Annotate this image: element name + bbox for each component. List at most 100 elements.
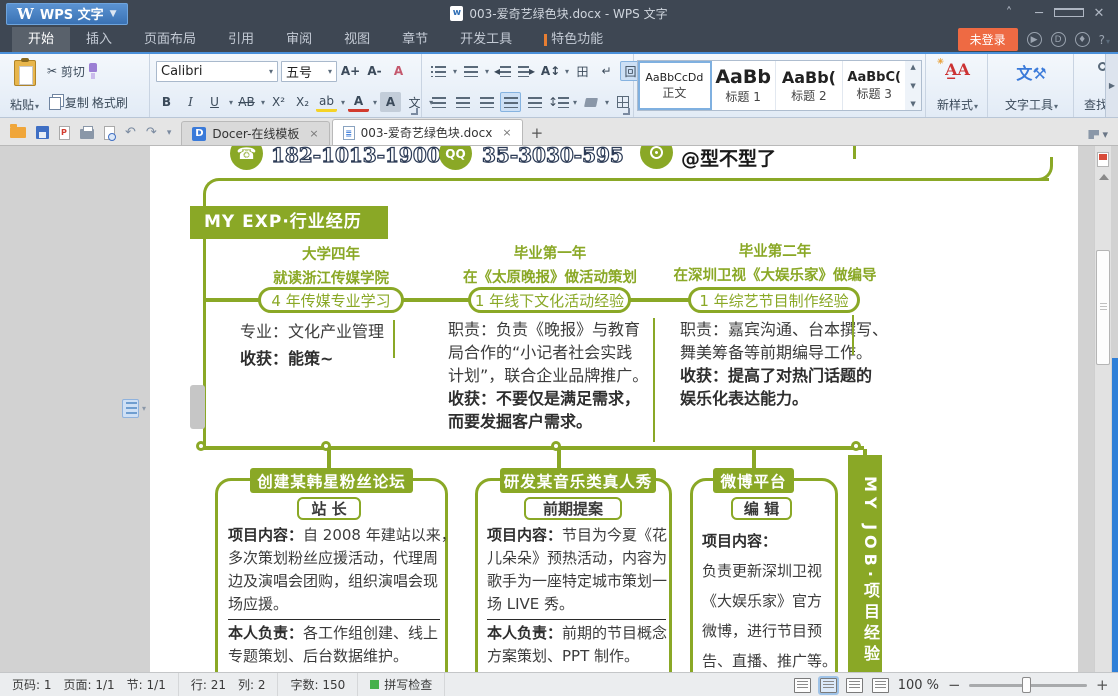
char-scale-button[interactable]: A ↕ xyxy=(540,61,561,81)
redo-icon[interactable]: ↷ xyxy=(146,125,157,140)
scrollbar-thumb[interactable] xyxy=(1096,250,1110,365)
export-pdf-icon[interactable] xyxy=(59,125,70,140)
fullscreen-view-icon[interactable] xyxy=(793,677,811,693)
grow-font-button[interactable]: A+ xyxy=(340,61,361,81)
subscript-button[interactable]: X₂ xyxy=(292,92,313,112)
style-normal[interactable]: AaBbCcDd 正文 xyxy=(638,61,712,110)
clear-format-button[interactable]: A xyxy=(388,61,409,81)
tab-review[interactable]: 审阅 xyxy=(270,27,328,52)
style-heading1[interactable]: AaBb 标题 1 xyxy=(712,61,776,110)
print-preview-icon[interactable] xyxy=(104,125,116,141)
login-button[interactable]: 未登录 xyxy=(957,28,1018,51)
distribute-button[interactable] xyxy=(524,92,545,112)
style-heading3[interactable]: AaBbC( 标题 3 xyxy=(843,61,905,110)
outline-view-icon[interactable] xyxy=(845,677,863,693)
bullets-button[interactable] xyxy=(428,61,449,81)
font-color-button[interactable]: A xyxy=(348,92,370,112)
tab-insert[interactable]: 插入 xyxy=(70,27,128,52)
zoom-in-button[interactable]: + xyxy=(1096,676,1109,694)
web-view-icon[interactable] xyxy=(871,677,889,693)
tab-home[interactable]: 开始 xyxy=(12,27,71,52)
zoom-out-button[interactable]: − xyxy=(948,676,961,694)
toolbar-options[interactable]: ▾ xyxy=(1088,128,1108,141)
wps-menu-button[interactable]: W WPS 文字 ▼ xyxy=(6,2,128,25)
superscript-button[interactable]: X² xyxy=(268,92,289,112)
tab-special-features[interactable]: 特色功能 xyxy=(528,27,619,52)
strikethrough-button[interactable]: AB xyxy=(236,92,257,112)
docer-round-icon[interactable]: D xyxy=(1050,32,1066,47)
status-word-count[interactable]: 字数: 150 xyxy=(278,672,359,696)
bold-button[interactable]: B xyxy=(156,92,177,112)
tab-docer-templates[interactable]: D Docer-在线模板 × xyxy=(181,121,330,145)
highlight-button[interactable]: ab xyxy=(316,92,338,112)
scroll-up-arrow[interactable] xyxy=(1099,174,1109,180)
zoom-percentage[interactable]: 100 % xyxy=(898,678,939,693)
play-icon[interactable]: ▶ xyxy=(1026,32,1042,47)
show-marks-button[interactable]: ↵ xyxy=(596,61,617,81)
shrink-font-button[interactable]: A- xyxy=(364,61,385,81)
undo-icon[interactable]: ↶ xyxy=(125,125,136,140)
tab-view[interactable]: 视图 xyxy=(328,27,386,52)
page-view-icon[interactable] xyxy=(817,675,839,695)
col3-title1: 毕业第二年 xyxy=(738,244,812,260)
tab-page-layout[interactable]: 页面布局 xyxy=(128,27,212,52)
font-size-combo[interactable]: 五号 ▾ xyxy=(281,60,337,82)
tab-references[interactable]: 引用 xyxy=(212,27,270,52)
ribbon-scroll-right[interactable]: ▶ xyxy=(1105,54,1118,117)
font-name-combo[interactable]: Calibri ▾ xyxy=(156,60,278,82)
ribbon: 粘贴▾ ✂ 剪切 复制 格式刷 Calibri ▾ 五号 ▾ A+ A- A B… xyxy=(0,54,1118,118)
help-button[interactable]: ?▾ xyxy=(1099,33,1110,47)
close-button[interactable]: ✕ xyxy=(1084,0,1114,27)
print-icon[interactable] xyxy=(80,126,94,139)
new-style-button[interactable]: A̲A 新样式▾ xyxy=(933,56,982,115)
zoom-slider-handle[interactable] xyxy=(1022,676,1032,693)
collapse-ribbon-button[interactable]: ˄ xyxy=(994,0,1024,27)
char-shading-button[interactable]: A xyxy=(380,92,402,112)
text-tools-button[interactable]: 文⚒ 文字工具▾ xyxy=(1001,58,1062,115)
bookmark-icon[interactable] xyxy=(1097,152,1109,167)
zoom-slider[interactable] xyxy=(969,676,1087,693)
underline-button[interactable]: U xyxy=(204,92,225,112)
format-painter-button[interactable]: 格式刷 xyxy=(92,92,128,112)
document-page[interactable]: ☎ 182-1013-1900 QQ 35-3030-595 @型不型了 MY … xyxy=(150,146,1078,672)
quick-access-dropdown-icon[interactable]: ▾ xyxy=(167,128,172,138)
shading-fill-button[interactable] xyxy=(580,92,601,112)
increase-indent-button[interactable]: ▸ xyxy=(516,61,537,81)
save-icon[interactable] xyxy=(36,126,49,139)
italic-button[interactable]: I xyxy=(180,92,201,112)
close-tab-icon[interactable]: × xyxy=(309,127,318,140)
tab-current-document[interactable]: ≣ 003-爱奇艺绿色块.docx × xyxy=(331,119,523,145)
new-tab-button[interactable]: + xyxy=(525,124,554,145)
find-replace-button[interactable]: 查找替 xyxy=(1080,58,1105,115)
align-left-button[interactable] xyxy=(428,92,449,112)
close-tab-icon[interactable]: × xyxy=(502,126,511,139)
tab-dev-tools[interactable]: 开发工具 xyxy=(444,27,528,52)
numbering-button[interactable] xyxy=(460,61,481,81)
anchor-handle[interactable] xyxy=(190,385,205,429)
decrease-indent-button[interactable]: ◂ xyxy=(492,61,513,81)
open-file-icon[interactable] xyxy=(10,124,26,138)
gallery-expand-icon[interactable]: ▼ xyxy=(910,100,915,108)
scroll-down-icon[interactable]: ▼ xyxy=(910,82,915,90)
object-anchor[interactable]: ▾ xyxy=(122,399,146,418)
maximize-button[interactable] xyxy=(1054,0,1084,27)
font-dialog-launcher[interactable] xyxy=(411,108,418,115)
paste-button[interactable]: 粘贴▾ xyxy=(6,58,43,115)
minimize-button[interactable]: ─ xyxy=(1024,0,1054,27)
copy-button[interactable]: 复制 xyxy=(47,92,89,112)
cut-button[interactable]: ✂ 剪切 xyxy=(47,61,85,81)
scroll-up-icon[interactable]: ▲ xyxy=(910,63,915,71)
skin-icon[interactable]: ♦ xyxy=(1074,32,1090,47)
align-center-button[interactable] xyxy=(452,92,473,112)
distribute-table-button[interactable]: 田 xyxy=(572,61,593,81)
tab-section[interactable]: 章节 xyxy=(386,27,444,52)
paragraph-dialog-launcher[interactable] xyxy=(623,108,630,115)
style-label: 正文 xyxy=(662,85,687,100)
style-gallery-scroll[interactable]: ▲ ▼ ▼ xyxy=(905,61,921,110)
vertical-scrollbar[interactable] xyxy=(1094,146,1111,672)
line-spacing-button[interactable]: ↕ xyxy=(548,92,569,112)
align-right-button[interactable] xyxy=(476,92,497,112)
justify-button[interactable] xyxy=(500,92,521,112)
style-heading2[interactable]: AaBb( 标题 2 xyxy=(776,61,844,110)
status-spellcheck[interactable]: 拼写检查 xyxy=(358,672,446,696)
